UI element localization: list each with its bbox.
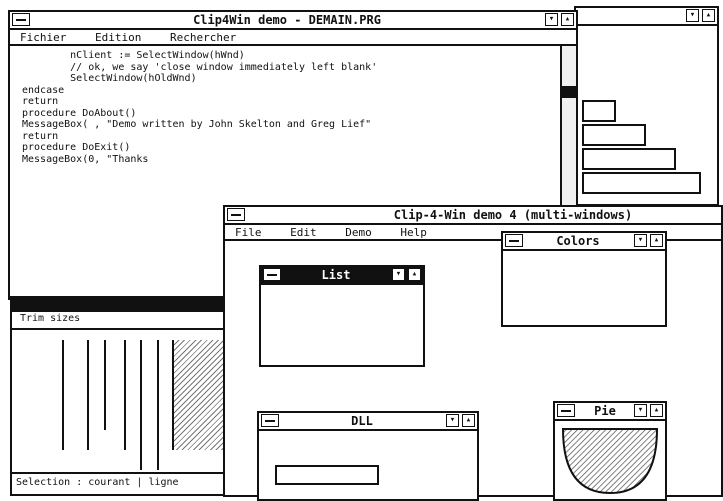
pie-title: Pie (594, 404, 616, 418)
background-window-right: ▾ ▴ (574, 6, 719, 206)
menu-help[interactable]: Help (400, 226, 427, 239)
code-line: return (22, 96, 59, 107)
minimize-button[interactable]: ▾ (446, 414, 459, 427)
menu-rechercher[interactable]: Rechercher (170, 31, 236, 44)
colors-child-window: Colors ▾ ▴ (501, 231, 667, 327)
editor-menubar: Fichier Edition Rechercher (10, 30, 576, 46)
code-line: SelectWindow(hOldWnd) (22, 73, 197, 84)
colors-title: Colors (556, 234, 600, 248)
pattern-panel (172, 340, 226, 450)
maximize-button[interactable]: ▴ (702, 9, 715, 22)
ruler-graphic (62, 340, 126, 450)
minimize-button[interactable]: ▾ (392, 268, 405, 281)
system-menu-icon[interactable] (261, 414, 279, 427)
maximize-button[interactable]: ▴ (650, 404, 663, 417)
pie-child-window: Pie ▾ ▴ (553, 401, 667, 501)
menu-edit[interactable]: Edit (290, 226, 317, 239)
cascaded-window-bar[interactable] (582, 124, 646, 146)
cascaded-window-bar[interactable] (582, 148, 676, 170)
minimize-button[interactable]: ▾ (686, 9, 699, 22)
list-child-window: List ▾ ▴ (259, 265, 425, 367)
list-title: List (321, 268, 351, 282)
menu-demo[interactable]: Demo (345, 226, 372, 239)
cascaded-window-bar[interactable] (582, 100, 616, 122)
system-menu-icon[interactable] (505, 234, 523, 247)
minimize-button[interactable]: ▾ (634, 404, 647, 417)
minimize-button[interactable]: ▾ (545, 13, 558, 26)
code-line: MessageBox( , "Demo written by John Skel… (22, 119, 372, 130)
code-line: MessageBox(0, "Thanks (22, 153, 149, 165)
dll-text-field[interactable] (275, 465, 379, 485)
trim-window-title: Trim sizes (20, 313, 81, 324)
menu-edition[interactable]: Edition (95, 31, 141, 44)
colors-titlebar[interactable]: Colors ▾ ▴ (503, 233, 665, 251)
status-bar: Selection : courant | ligne (12, 472, 238, 494)
trim-window-bar[interactable] (12, 298, 224, 312)
code-line: endcase (22, 84, 65, 96)
maximize-button[interactable]: ▴ (408, 268, 421, 281)
maximize-button[interactable]: ▴ (650, 234, 663, 247)
demo-titlebar[interactable]: Clip-4-Win demo 4 (multi-windows) (225, 207, 721, 225)
editor-titlebar[interactable]: Clip4Win demo - DEMAIN.PRG ▾ ▴ (10, 12, 576, 30)
maximize-button[interactable]: ▴ (561, 13, 574, 26)
code-line: procedure DoAbout() (22, 107, 137, 119)
menu-fichier[interactable]: Fichier (20, 31, 66, 44)
menu-file[interactable]: File (235, 226, 262, 239)
trim-window: Trim sizes Selection : courant | ligne (10, 296, 238, 496)
dll-titlebar[interactable]: DLL ▾ ▴ (259, 413, 477, 431)
list-titlebar[interactable]: List ▾ ▴ (261, 267, 423, 285)
background-window-titlebar[interactable]: ▾ ▴ (576, 8, 717, 26)
demo-title: Clip-4-Win demo 4 (multi-windows) (393, 208, 633, 222)
pie-titlebar[interactable]: Pie ▾ ▴ (555, 403, 665, 421)
dll-title: DLL (351, 414, 373, 428)
minimize-button[interactable]: ▾ (634, 234, 647, 247)
pie-chart-graphic (561, 428, 659, 495)
code-line: // ok, we say 'close window immediately … (22, 61, 378, 73)
code-line: nClient := SelectWindow(hWnd) (22, 50, 245, 61)
scroll-thumb[interactable] (562, 86, 576, 98)
code-area[interactable]: nClient := SelectWindow(hWnd) // ok, we … (22, 50, 377, 165)
system-menu-icon[interactable] (557, 404, 575, 417)
system-menu-icon[interactable] (263, 268, 281, 281)
demo-window: Clip-4-Win demo 4 (multi-windows) File E… (223, 205, 723, 501)
maximize-button[interactable]: ▴ (462, 414, 475, 427)
cascaded-window-bar[interactable] (582, 172, 701, 194)
code-line: procedure DoExit() (22, 142, 131, 153)
dll-child-window: DLL ▾ ▴ (257, 411, 479, 501)
system-menu-icon[interactable] (12, 13, 30, 26)
editor-title: Clip4Win demo - DEMAIN.PRG (193, 13, 381, 27)
code-line: return (22, 130, 59, 142)
system-menu-icon[interactable] (227, 208, 245, 221)
